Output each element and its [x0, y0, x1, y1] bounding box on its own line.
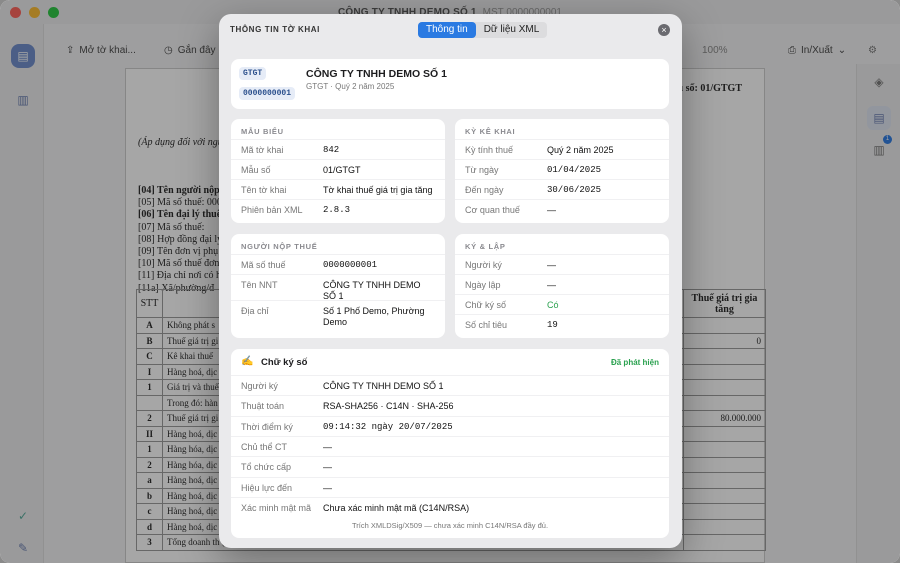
card-ky-ke-khai: KỲ KÊ KHAI Kỳ tính thuế Quý 2 năm 2025 Từ … [455, 119, 669, 223]
field-row: Từ ngày 01/04/2025 [455, 159, 669, 179]
field-row: Thời điểm ký 09:14:32 ngày 20/07/2025 [231, 415, 669, 436]
field-label: Tên NNT [241, 280, 278, 290]
signature-icon: ✍ [241, 356, 254, 367]
field-label: Mã số thuế [241, 260, 286, 270]
close-icon[interactable]: × [658, 24, 670, 36]
field-row: Hiệu lực đến — [231, 476, 669, 497]
field-value: — [547, 280, 556, 290]
company-name: CÔNG TY TNHH DEMO SỐ 1 [306, 68, 447, 80]
field-row: Địa chỉ Số 1 Phố Demo, Phường Demo [231, 300, 445, 330]
dialog-header: THÔNG TIN TỜ KHAI Thông tin Dữ liệu XML … [219, 14, 682, 46]
field-row: Mẫu số 01/GTGT [231, 159, 445, 179]
field-label: Xác minh mật mã [241, 502, 312, 513]
card-nguoi-nop-thue: NGƯỜI NỘP THUẾ Mã số thuế 0000000001 Tên N… [231, 234, 445, 338]
field-row: Tổ chức cấp — [231, 456, 669, 476]
app-window: CÔNG TY TNHH DEMO SỐ 1 MST 0000000001 ▤ … [0, 0, 900, 563]
field-row: Thuật toán RSA-SHA256 · C14N · SHA-256 [231, 395, 669, 415]
form-chip: GTGT [239, 67, 267, 80]
card-mau-bieu: MẪU BIỂU Mã tờ khai 842 Mẫu số 01/GTGT Tên t… [231, 119, 445, 223]
field-value: Số 1 Phố Demo, Phường Demo [323, 306, 425, 327]
field-row: Kỳ tính thuế Quý 2 năm 2025 [455, 139, 669, 159]
field-row: Số chỉ tiêu 19 [455, 314, 669, 334]
field-value: RSA-SHA256 · C14N · SHA-256 [323, 401, 454, 412]
field-row: Chữ ký số Có [455, 294, 669, 314]
field-row: Mã số thuế 0000000001 [231, 254, 445, 274]
field-value: 19 [547, 320, 558, 330]
field-label: Từ ngày [465, 165, 499, 175]
field-label: Người ký [241, 381, 278, 391]
field-value: — [547, 205, 556, 215]
field-row: Chủ thể CT — [231, 435, 669, 456]
card-heading: KÝ & LẬP [465, 242, 506, 251]
field-row: Phiên bản XML 2.8.3 [231, 199, 445, 219]
card-heading: NGƯỜI NỘP THUẾ [241, 242, 318, 251]
field-value: Quý 2 năm 2025 [547, 145, 614, 155]
field-label: Cơ quan thuế [465, 205, 520, 215]
field-value: Tờ khai thuế giá trị gia tăng [323, 185, 433, 195]
field-value: 2.8.3 [323, 205, 351, 215]
field-label: Thuật toán [241, 401, 285, 412]
field-row: Người ký — [455, 254, 669, 274]
field-label: Mã tờ khai [241, 145, 284, 155]
field-label: Thời điểm ký [241, 421, 293, 432]
field-row: Người ký CÔNG TY TNHH DEMO SỐ 1 [231, 375, 669, 395]
field-value: Chưa xác minh mật mã (C14N/RSA) [323, 502, 470, 513]
field-value: 30/06/2025 [547, 185, 602, 195]
field-label: Số chỉ tiêu [465, 320, 508, 330]
field-row: Tên NNT CÔNG TY TNHH DEMO SỐ 1 [231, 274, 445, 301]
card-heading: MẪU BIỂU [241, 127, 284, 136]
field-label: Người ký [465, 260, 502, 270]
field-value: Có [547, 300, 559, 310]
field-row: Đến ngày 30/06/2025 [455, 179, 669, 199]
field-label: Ngày lập [465, 280, 501, 290]
card-ky-lap: KÝ & LẬP Người ký — Ngày lập — Chữ ký số Có Số… [455, 234, 669, 338]
field-label: Đến ngày [465, 185, 504, 195]
field-row: Tên tờ khai Tờ khai thuế giá trị gia tăng [231, 179, 445, 199]
card-heading: KỲ KÊ KHAI [465, 127, 516, 136]
field-row: Cơ quan thuế — [455, 199, 669, 219]
tab-control: Thông tin Dữ liệu XML [418, 22, 548, 38]
field-value: 0000000001 [323, 260, 378, 270]
mst-chip: 0000000001 [239, 87, 296, 100]
field-value: CÔNG TY TNHH DEMO SỐ 1 [323, 280, 421, 301]
signature-note: Trích XMLDSig/X509 — chưa xác minh C14N/… [351, 521, 549, 530]
company-card: GTGT 0000000001 CÔNG TY TNHH DEMO SỐ 1 G… [231, 59, 669, 109]
field-label: Hiệu lực đến [241, 482, 293, 493]
dialog-title: THÔNG TIN TỜ KHAI [230, 25, 320, 34]
field-value: — [323, 482, 332, 493]
field-value: — [323, 462, 332, 473]
field-label: Chữ ký số [465, 300, 507, 310]
field-value: 01/04/2025 [547, 165, 602, 175]
field-value: 842 [323, 145, 340, 155]
tab-xml[interactable]: Dữ liệu XML [476, 22, 548, 38]
field-label: Địa chỉ [241, 306, 269, 316]
field-label: Tên tờ khai [241, 185, 287, 195]
card-signature: ✍ Chữ ký số Đã phát hiện Người ký CÔNG TY… [231, 349, 669, 538]
field-row: Mã tờ khai 842 [231, 139, 445, 159]
field-value: — [323, 441, 332, 452]
field-value: 09:14:32 ngày 20/07/2025 [323, 421, 453, 432]
field-value: — [547, 260, 556, 270]
field-label: Phiên bản XML [241, 205, 303, 215]
field-label: Tổ chức cấp [241, 462, 292, 473]
field-value: 01/GTGT [323, 165, 361, 175]
field-row: Xác minh mật mã Chưa xác minh mật mã (C14… [231, 496, 669, 517]
tab-info[interactable]: Thông tin [418, 22, 476, 38]
field-label: Kỳ tính thuế [465, 145, 514, 155]
field-label: Chủ thể CT [241, 441, 288, 452]
field-value: CÔNG TY TNHH DEMO SỐ 1 [323, 381, 444, 391]
signature-status: Đã phát hiện [610, 358, 659, 367]
signature-heading: Chữ ký số [261, 357, 308, 368]
company-sub: GTGT · Quý 2 năm 2025 [306, 82, 395, 91]
field-row: Ngày lập — [455, 274, 669, 294]
info-dialog: THÔNG TIN TỜ KHAI Thông tin Dữ liệu XML … [219, 14, 682, 548]
field-label: Mẫu số [241, 165, 271, 175]
